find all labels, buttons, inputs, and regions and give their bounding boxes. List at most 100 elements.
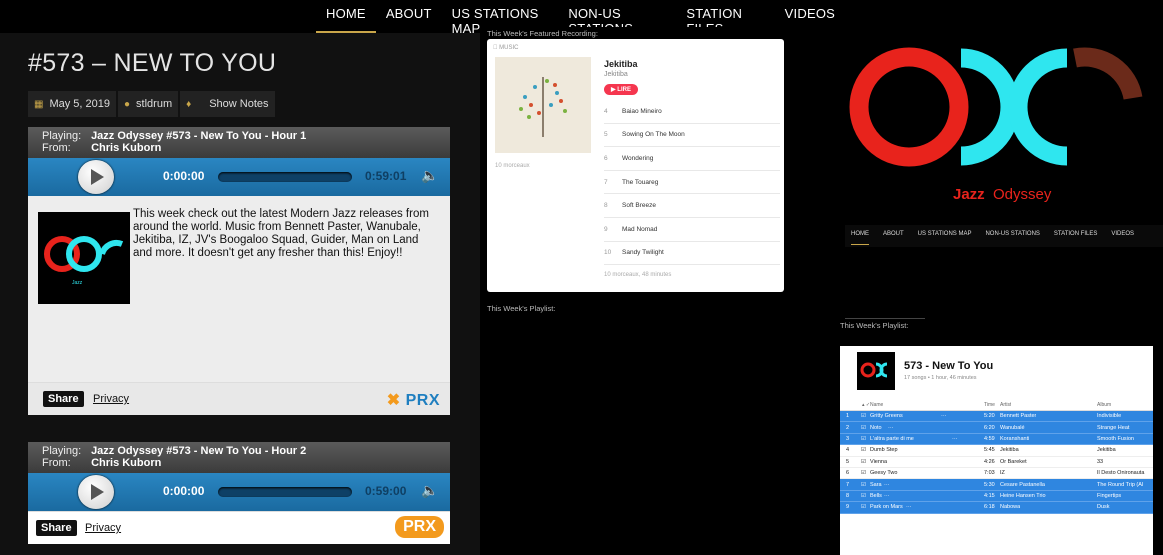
privacy-link[interactable]: Privacy (93, 393, 129, 405)
table-row[interactable]: 2 ☑ Noto ··· 6:20 Wanubalé Strange Heat (840, 422, 1153, 434)
player-header: Playing: Jazz Odyssey #573 - New To You … (28, 442, 450, 473)
player-controls: 0:00:00 0:59:01 🔈 (28, 158, 450, 196)
track-item[interactable]: 9 Mad Nomad (604, 218, 780, 242)
nav-about[interactable]: ABOUT (376, 0, 442, 33)
apple-music-embed:  MUSIC 10 morceaux Jekitiba Jekitiba ▶ … (487, 39, 784, 292)
total-time: 0:59:01 (365, 169, 407, 183)
album-title: Jekitiba (604, 59, 638, 69)
seek-bar[interactable] (218, 172, 352, 182)
tag-icon: ♦ (186, 98, 192, 110)
jazz-odyssey-logo[interactable]: Jazz Odyssey (845, 0, 1163, 222)
playlist-artwork (857, 352, 895, 390)
apple-music-brand:  MUSIC (493, 45, 519, 51)
table-row[interactable]: 4 ☑ Dumb Step 5:45 Jekitiba Jekitiba (840, 445, 1153, 457)
track-item[interactable]: 8 Soft Breeze (604, 194, 780, 218)
track-count: 10 morceaux (495, 163, 530, 169)
divider (845, 318, 925, 319)
nav-home[interactable]: HOME (316, 0, 376, 33)
itunes-playlist: 573 - New To You 17 songs • 1 hour, 46 m… (840, 346, 1153, 555)
playlist-caption: This Week's Playlist: (840, 321, 909, 330)
from-label: From: (42, 142, 71, 154)
volume-icon[interactable]: 🔈 (421, 482, 438, 499)
track-list: 4 Baiao Mineiro 5 Sowing On The Moon 6 Wond… (604, 100, 780, 266)
album-cover[interactable] (495, 57, 591, 153)
post-category-text: Show Notes (209, 98, 269, 110)
track-item[interactable]: 10 Sandy Twilight (604, 242, 780, 266)
playing-title: Jazz Odyssey #573 - New To You - Hour 2 (91, 445, 307, 457)
from-name: Chris Kuborn (91, 142, 162, 154)
nav-station-files: STATION FILES (1053, 231, 1098, 237)
playlist-header: ▴ ✓ Name Time Artist Album (840, 402, 1153, 411)
playlist-title: 573 - New To You (904, 360, 994, 372)
calendar-icon: ▦ (34, 98, 44, 110)
play-button[interactable] (78, 475, 114, 509)
table-row[interactable]: 3 ☑ L'altra parte di me ··· 4:59 Koranshan… (840, 433, 1153, 446)
post-author[interactable]: ● stldrum (118, 91, 179, 117)
share-button[interactable]: Share (43, 391, 84, 407)
nav-about: ABOUT (883, 231, 904, 237)
nav-videos: VIDEOS (1111, 231, 1135, 237)
col-album[interactable]: Album (1097, 402, 1111, 408)
episode-description: This week check out the latest Modern Ja… (133, 208, 429, 259)
nav-non-us-stations: NON-US STATIONS (985, 231, 1040, 237)
post-column: #573 – NEW TO YOU ▦ May 5, 2019 ● stldru… (0, 33, 480, 555)
player-controls: 0:00:00 0:59:00 🔈 (28, 473, 450, 511)
playing-label: Playing: (42, 130, 82, 142)
sidebar: Jazz Odyssey HOME ABOUT US STATIONS MAP … (840, 0, 1163, 555)
logo-text-odyssey: Odyssey (993, 186, 1052, 203)
table-row[interactable]: 6 ☑ Geesy Two 7:03 IZ Il Desto Onironauta (840, 468, 1153, 480)
table-row[interactable]: 9 ☑ Park on Mars ··· 6:18 Nabowa Dusk (840, 502, 1153, 514)
play-button[interactable] (78, 160, 114, 194)
post-category[interactable]: ♦ Show Notes (180, 91, 275, 117)
privacy-link[interactable]: Privacy (85, 522, 121, 534)
table-row[interactable]: 7 ☑ Sara ··· 5:30 Cesare Pastanella The Ro… (840, 479, 1153, 491)
album-footer: 10 morceaux, 48 minutes (604, 272, 672, 278)
sort-icon[interactable]: ▴ ✓ (862, 402, 870, 408)
volume-icon[interactable]: 🔈 (421, 167, 438, 184)
player-body: Jazz This week check out the latest Mode… (28, 196, 450, 382)
page-title: #573 – NEW TO YOU (28, 49, 277, 77)
current-time: 0:00:00 (163, 169, 205, 183)
nav-us-stations-map: US STATIONS MAP (917, 231, 972, 237)
post-date-text: May 5, 2019 (49, 98, 110, 110)
from-label: From: (42, 457, 71, 469)
audio-player-hour-1: Playing: Jazz Odyssey #573 - New To You … (28, 127, 450, 415)
album-artist[interactable]: Jekitiba (604, 71, 628, 78)
listen-button[interactable]: ▶ LIRE (604, 84, 638, 95)
col-name[interactable]: Name (870, 402, 883, 408)
table-row[interactable]: 1 ☑ Gritty Greens ··· 5:20 Bennett Paster … (840, 411, 1153, 423)
featured-recording-column: This Week's Featured Recording:  MUSIC … (480, 27, 845, 555)
playlist-caption: This Week's Playlist: (487, 304, 556, 313)
current-time: 0:00:00 (163, 484, 205, 498)
prx-logo[interactable]: ✖ PRX (387, 390, 440, 410)
audio-player-hour-2: Playing: Jazz Odyssey #573 - New To You … (28, 442, 450, 544)
player-footer: Share Privacy PRX (28, 511, 450, 544)
nav-home: HOME (851, 231, 869, 245)
post-author-text: stldrum (136, 98, 173, 110)
table-row[interactable]: 8 ☑ Bells ··· 4:15 Heine Hansen Trio Finge… (840, 490, 1153, 503)
prx-logo[interactable]: PRX (395, 516, 444, 538)
playlist-rows: 1 ☑ Gritty Greens ··· 5:20 Bennett Paster … (840, 411, 1153, 514)
from-name: Chris Kuborn (91, 457, 162, 469)
track-item[interactable]: 4 Baiao Mineiro (604, 100, 780, 124)
playing-title: Jazz Odyssey #573 - New To You - Hour 1 (91, 130, 307, 142)
track-item[interactable]: 7 The Touareg (604, 171, 780, 195)
share-button[interactable]: Share (36, 520, 77, 536)
screenshot-nav: HOME ABOUT US STATIONS MAP NON-US STATIO… (845, 225, 1163, 247)
playlist-subtitle: 17 songs • 1 hour, 46 minutes (904, 375, 977, 381)
playing-label: Playing: (42, 445, 82, 457)
player-footer: Share Privacy ✖ PRX (28, 382, 450, 415)
episode-artwork: Jazz (38, 212, 130, 304)
post-date[interactable]: ▦ May 5, 2019 (28, 91, 116, 117)
track-item[interactable]: 5 Sowing On The Moon (604, 124, 780, 148)
total-time: 0:59:00 (365, 484, 407, 498)
table-row[interactable]: 5 ☑ Vienna 4:26 Or Bareket 33 (840, 457, 1153, 468)
player-header: Playing: Jazz Odyssey #573 - New To You … (28, 127, 450, 158)
seek-bar[interactable] (218, 487, 352, 497)
logo-text-jazz: Jazz (953, 186, 985, 203)
featured-caption: This Week's Featured Recording: (487, 29, 598, 38)
track-item[interactable]: 6 Wondering (604, 147, 780, 171)
col-time[interactable]: Time (984, 402, 995, 408)
col-artist[interactable]: Artist (1000, 402, 1011, 408)
svg-text:Jazz: Jazz (72, 280, 83, 286)
